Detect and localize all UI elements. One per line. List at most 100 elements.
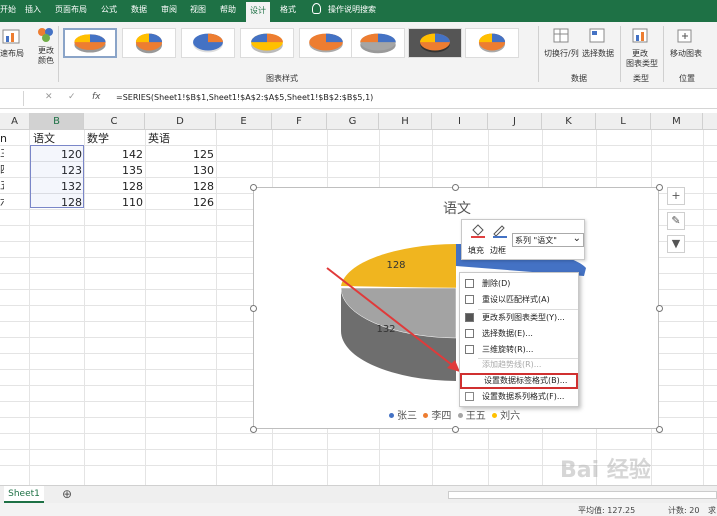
cell-c3[interactable]: 135 (84, 163, 143, 179)
cell-a4[interactable]: 五 (0, 179, 4, 195)
menu-item-3d-rotation[interactable]: 三维旋转(R)... (460, 342, 578, 358)
tab-home[interactable]: 开始 (0, 4, 16, 15)
menu-item-format-data-series[interactable]: 设置数据系列格式(F)... (460, 389, 578, 405)
cell-c1[interactable]: 数学 (87, 131, 109, 147)
resize-handle[interactable] (452, 426, 459, 433)
tab-design[interactable]: 设计 (246, 2, 270, 22)
cell-a5[interactable]: 六 (0, 195, 4, 211)
cell-a1[interactable]: n (0, 131, 28, 147)
cell-d3[interactable]: 130 (145, 163, 214, 179)
change-chart-type-button[interactable]: 更改 (632, 49, 648, 59)
menu-item-select-data[interactable]: 选择数据(E)... (460, 326, 578, 342)
fill-button[interactable]: 填充 (468, 245, 484, 256)
legend-item[interactable]: 刘六 (492, 411, 520, 422)
pie-chart-3d[interactable]: 128 132 (254, 188, 660, 430)
chart-style-4[interactable] (240, 28, 294, 58)
column-header[interactable]: E (216, 113, 272, 130)
data-label-132[interactable]: 132 (376, 324, 395, 335)
tab-page-layout[interactable]: 页面布局 (55, 4, 87, 15)
column-header[interactable]: D (145, 113, 216, 130)
legend-item[interactable]: 张三 (389, 411, 417, 422)
enter-button[interactable]: ✓ (68, 92, 76, 102)
chart-legend[interactable]: 张三 李四 王五 刘六 (389, 407, 520, 422)
cell-d5[interactable]: 126 (145, 195, 214, 211)
name-box[interactable] (0, 91, 24, 106)
resize-handle[interactable] (656, 426, 663, 433)
tab-formulas[interactable]: 公式 (101, 4, 117, 15)
column-header[interactable]: K (542, 113, 596, 130)
column-header[interactable]: I (432, 113, 488, 130)
resize-handle[interactable] (250, 426, 257, 433)
cell-c4[interactable]: 128 (84, 179, 143, 195)
legend-item[interactable]: 李四 (423, 411, 451, 422)
switch-row-column-button[interactable]: 切换行/列 (544, 49, 579, 59)
quick-layout-button[interactable]: 速布局 (0, 49, 24, 59)
chart-elements-button[interactable]: + (667, 187, 685, 205)
column-header[interactable]: C (84, 113, 145, 130)
change-chart-type-icon (632, 28, 648, 43)
format-series-icon (465, 392, 474, 401)
menu-item-delete[interactable]: 删除(D) (460, 276, 578, 292)
column-header[interactable]: A (0, 113, 30, 130)
tell-me-search[interactable]: 操作说明搜索 (328, 4, 376, 15)
pen-outline-icon[interactable] (492, 224, 508, 238)
legend-item[interactable]: 王五 (457, 411, 486, 422)
cancel-button[interactable]: ✕ (45, 92, 53, 102)
column-header[interactable]: B (30, 113, 84, 130)
formula-input[interactable]: =SERIES(Sheet1!$B$1,Sheet1!$A$2:$A$5,She… (116, 93, 373, 102)
chart-style-2[interactable] (122, 28, 176, 58)
menu-item-change-series-chart-type[interactable]: 更改系列图表类型(Y)... (460, 310, 578, 326)
column-header[interactable]: J (488, 113, 542, 130)
chart-style-5[interactable] (299, 28, 353, 58)
insert-function-button[interactable]: fx (92, 92, 101, 102)
status-count: 计数: 20 (668, 506, 700, 515)
resize-handle[interactable] (656, 305, 663, 312)
resize-handle[interactable] (656, 184, 663, 191)
resize-handle[interactable] (250, 305, 257, 312)
ribbon-separator (58, 26, 59, 82)
select-data-button[interactable]: 选择数据 (582, 49, 614, 59)
paint-bucket-icon[interactable] (470, 224, 486, 238)
column-header[interactable]: M (651, 113, 703, 130)
status-average: 平均值: 127.25 (578, 506, 636, 515)
column-header[interactable]: G (327, 113, 379, 130)
data-label-128[interactable]: 128 (386, 260, 405, 271)
cell-c5[interactable]: 110 (84, 195, 143, 211)
chart-style-3[interactable] (181, 28, 235, 58)
chart-filters-button[interactable]: ▼ (667, 235, 685, 253)
chart-styles-button[interactable]: ✎ (667, 212, 685, 230)
column-header[interactable]: H (379, 113, 432, 130)
pie-chart-object[interactable]: 语文 128 132 张三 李四 王五 刘六 (253, 187, 659, 429)
cell-a2[interactable]: 三 (0, 147, 4, 163)
chart-style-6[interactable] (351, 28, 405, 58)
resize-handle[interactable] (452, 184, 459, 191)
status-bar: 平均值: 127.25 计数: 20 求 (0, 503, 717, 516)
cell-d1[interactable]: 英语 (148, 131, 170, 147)
sheet-tab-sheet1[interactable]: Sheet1 (4, 486, 44, 503)
chart-style-7[interactable] (408, 28, 462, 58)
resize-handle[interactable] (250, 184, 257, 191)
cell-c2[interactable]: 142 (84, 147, 143, 163)
chart-style-8[interactable] (465, 28, 519, 58)
menu-item-format-data-labels[interactable]: 设置数据标签格式(B)... (460, 373, 578, 389)
change-colors-button[interactable]: 更改 (38, 46, 54, 56)
cell-a3[interactable]: 四 (0, 163, 4, 179)
tab-view[interactable]: 视图 (190, 4, 206, 15)
ribbon-separator (538, 26, 539, 82)
tab-insert[interactable]: 插入 (25, 4, 41, 15)
tab-review[interactable]: 审阅 (161, 4, 177, 15)
add-sheet-button[interactable]: ⊕ (62, 487, 72, 501)
chart-style-1[interactable] (63, 28, 117, 58)
column-header[interactable]: L (596, 113, 651, 130)
outline-button[interactable]: 边框 (490, 245, 506, 256)
menu-item-reset-style[interactable]: 重设以匹配样式(A) (460, 292, 578, 308)
column-header[interactable]: F (272, 113, 327, 130)
tab-format[interactable]: 格式 (280, 4, 296, 15)
tab-data[interactable]: 数据 (131, 4, 147, 15)
move-chart-button[interactable]: 移动图表 (670, 49, 702, 59)
cell-d4[interactable]: 128 (145, 179, 214, 195)
cell-d2[interactable]: 125 (145, 147, 214, 163)
horizontal-scrollbar[interactable] (448, 491, 717, 499)
tab-help[interactable]: 帮助 (220, 4, 236, 15)
series-select-dropdown[interactable]: 系列 "语文" ⌄ (512, 233, 584, 247)
